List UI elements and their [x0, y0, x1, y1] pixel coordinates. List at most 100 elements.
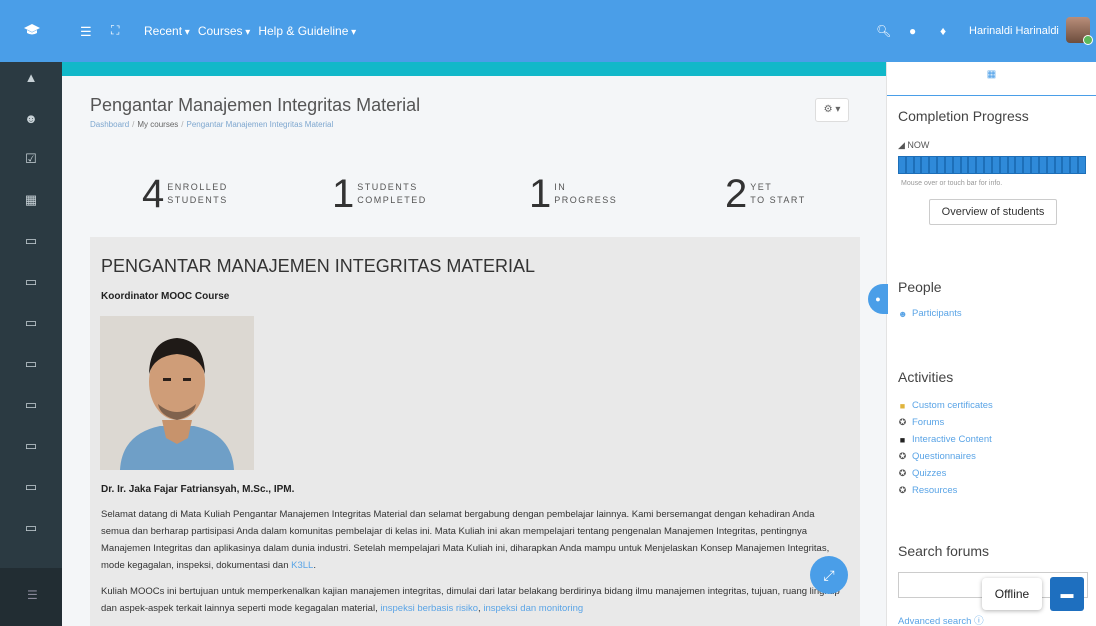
chat-icon: ▬ [1060, 586, 1074, 601]
questionnaire-icon: ✪ [898, 451, 907, 461]
folder-icon[interactable]: ▭ [0, 274, 62, 290]
expand-button[interactable]: ⤢ [810, 556, 848, 594]
progress-segment[interactable] [977, 157, 984, 173]
h5p-icon: ■ [899, 434, 906, 445]
nav-recent[interactable]: Recent [144, 24, 190, 38]
progress-segment[interactable] [1071, 157, 1078, 173]
settings-menu-button[interactable]: ⚙ ▾ [815, 98, 849, 122]
progress-segment[interactable] [922, 157, 929, 173]
expand-arrows-icon: ⤢ [823, 567, 835, 583]
people-title: People [898, 279, 942, 295]
folder-icon[interactable]: ▭ [0, 233, 62, 249]
users-icon[interactable]: ☻ [0, 111, 62, 126]
coordinator-photo [100, 316, 254, 470]
activity-resources[interactable]: ✪ Resources [898, 485, 958, 496]
risk-based-inspection-link[interactable]: inspeksi berbasis risiko [380, 603, 478, 614]
blocks-tab[interactable]: ▦ [887, 62, 1096, 96]
user-name[interactable]: Harinaldi Harinaldi [969, 25, 1059, 37]
activity-quizzes[interactable]: ✪ Quizzes [898, 468, 947, 479]
paragraph-text: , [478, 603, 481, 614]
grid-icon: ▦ [986, 69, 997, 80]
left-sidebar: ▲ ☻ ☑ ▦ ▭ ▭ ▭ ▭ ▭ ▭ ▭ ▭ ☰ [0, 62, 62, 626]
stat-label: IN [554, 182, 567, 192]
progress-segment[interactable] [1024, 157, 1031, 173]
graduation-cap-icon[interactable] [24, 22, 40, 38]
progress-segment[interactable] [1055, 157, 1062, 173]
activity-forums[interactable]: ✪ Forums [898, 417, 944, 428]
progress-segment[interactable] [1032, 157, 1038, 173]
advanced-search-link[interactable]: Advanced search ⓘ [898, 613, 984, 626]
avatar[interactable] [1066, 17, 1093, 45]
stat-in-progress: 1 IN PROGRESS [529, 174, 617, 214]
hamburger-menu-icon[interactable]: ☰ [80, 24, 92, 40]
progress-segment[interactable] [992, 157, 999, 173]
breadcrumb-course[interactable]: Pengantar Manajemen Integritas Material [187, 120, 334, 129]
activity-label: Forums [912, 417, 945, 428]
progress-segment[interactable] [930, 157, 937, 173]
participants-link[interactable]: ☻ Participants [898, 308, 962, 319]
bell-icon[interactable]: ♦ [940, 24, 946, 38]
resource-icon: ✪ [898, 485, 907, 495]
nav-help-guideline[interactable]: Help & Guideline [258, 24, 356, 38]
progress-segment[interactable] [945, 157, 952, 173]
activity-label: Interactive Content [912, 434, 992, 445]
right-block-drawer: ● ▦ Completion Progress ◢ NOW Mouse over… [868, 62, 1096, 626]
folder-icon[interactable]: ▭ [0, 315, 62, 331]
folder-icon[interactable]: ▭ [0, 479, 62, 495]
progress-segment[interactable] [1079, 157, 1085, 173]
progress-segment[interactable] [906, 157, 913, 173]
forum-icon: ✪ [898, 417, 907, 427]
top-navbar: ☰ ⛶ Recent Courses Help & Guideline 🔍︎ ●… [0, 0, 1096, 62]
k3ll-link[interactable]: K3LL [291, 560, 313, 571]
progress-segment[interactable] [985, 157, 991, 173]
sidebar-footer: ☰ [0, 568, 62, 626]
progress-segment[interactable] [1016, 157, 1023, 173]
inspection-monitoring-link[interactable]: inspeksi dan monitoring [483, 603, 583, 614]
activity-label: Custom certificates [912, 400, 993, 411]
calendar-icon[interactable]: ▦ [0, 192, 62, 208]
folder-icon[interactable]: ▭ [0, 397, 62, 413]
progress-segment[interactable] [953, 157, 960, 173]
stat-number: 1 [529, 172, 552, 216]
nav-courses[interactable]: Courses [198, 24, 251, 38]
fullscreen-icon[interactable]: ⛶ [111, 23, 119, 38]
course-heading: PENGANTAR MANAJEMEN INTEGRITAS MATERIAL [101, 256, 536, 276]
chat-bubble-icon[interactable]: ● [909, 24, 916, 38]
progress-segment[interactable] [1008, 157, 1015, 173]
progress-segment[interactable] [961, 157, 968, 173]
stat-label: STUDENTS [357, 182, 418, 192]
activity-custom-certificates[interactable]: ■ Custom certificates [898, 400, 993, 411]
graduation-cap-icon[interactable]: ▲ [0, 70, 62, 85]
progress-segment[interactable] [969, 157, 976, 173]
progress-segment[interactable] [1063, 157, 1070, 173]
folder-icon[interactable]: ▭ [0, 356, 62, 372]
course-description-paragraph: Kuliah MOOCs ini bertujuan untuk memperk… [101, 583, 841, 617]
search-icon[interactable]: 🔍︎ [876, 24, 891, 38]
check-square-icon[interactable]: ☑ [0, 151, 62, 167]
chat-button[interactable]: ▬ [1050, 577, 1084, 611]
stat-label: TO START [750, 195, 806, 205]
breadcrumb-my-courses[interactable]: My courses [137, 120, 178, 129]
progress-segment[interactable] [938, 157, 944, 173]
overview-of-students-button[interactable]: Overview of students [929, 199, 1057, 225]
coordinator-label: Koordinator MOOC Course [101, 291, 230, 302]
stat-number: 2 [725, 172, 748, 216]
progress-segment[interactable] [899, 157, 905, 173]
activity-label: Resources [912, 485, 958, 496]
folder-icon[interactable]: ▭ [0, 438, 62, 454]
progress-segment[interactable] [1039, 157, 1046, 173]
progress-segment[interactable] [1047, 157, 1054, 173]
activity-questionnaires[interactable]: ✪ Questionnaires [898, 451, 976, 462]
stat-label: STUDENTS [167, 195, 228, 205]
list-icon[interactable]: ☰ [27, 588, 38, 602]
page-title: Pengantar Manajemen Integritas Material [90, 95, 421, 115]
folder-icon[interactable]: ▭ [0, 520, 62, 536]
paragraph-text: Selamat datang di Mata Kuliah Pengantar … [101, 509, 830, 571]
completion-progress-bar[interactable] [898, 156, 1086, 174]
chat-status-label: Offline [982, 578, 1042, 610]
activity-interactive-content[interactable]: ■ Interactive Content [898, 434, 992, 445]
progress-segment[interactable] [1000, 157, 1007, 173]
breadcrumb-dashboard[interactable]: Dashboard [90, 120, 129, 129]
progress-segment[interactable] [914, 157, 921, 173]
help-icon[interactable]: ⓘ [974, 616, 984, 626]
